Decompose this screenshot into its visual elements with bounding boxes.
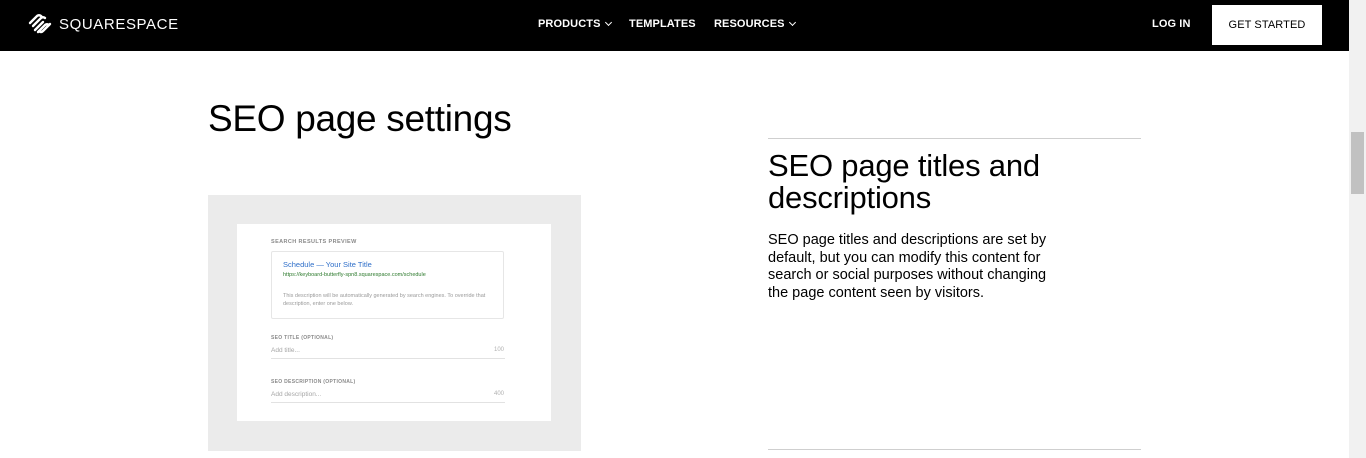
login-label: LOG IN xyxy=(1152,18,1191,30)
search-results-preview-label: SEARCH RESULTS PREVIEW xyxy=(271,239,357,245)
squarespace-logo-icon xyxy=(28,14,52,34)
page-scrollbar-track[interactable] xyxy=(1349,0,1366,458)
brand-name: SQUARESPACE xyxy=(59,15,179,33)
section-title: SEO page settings xyxy=(208,98,512,139)
feature-title: SEO page titles and descriptions xyxy=(768,148,1040,215)
seo-description-placeholder: Add description... xyxy=(271,391,322,398)
nav-products-label: PRODUCTS xyxy=(538,18,601,30)
login-link[interactable]: LOG IN xyxy=(1152,18,1191,30)
seo-title-placeholder: Add title... xyxy=(271,347,300,354)
divider xyxy=(768,138,1141,139)
seo-title-char-count: 100 xyxy=(493,347,504,353)
nav-templates-label: TEMPLATES xyxy=(629,18,696,30)
page-scrollbar-thumb[interactable] xyxy=(1351,132,1364,194)
seo-description-char-count: 400 xyxy=(493,391,504,397)
squarespace-logo[interactable]: SQUARESPACE xyxy=(27,13,179,35)
chevron-down-icon xyxy=(788,18,796,27)
seo-description-field: Add description... 400 xyxy=(271,389,505,403)
nav-resources[interactable]: RESOURCES xyxy=(714,18,796,30)
get-started-button[interactable]: GET STARTED xyxy=(1212,5,1322,45)
seo-title-field: Add title... 100 xyxy=(271,345,505,359)
nav-templates[interactable]: TEMPLATES xyxy=(629,18,696,30)
chevron-down-icon xyxy=(604,18,612,27)
search-result-title: Schedule — Your Site Title xyxy=(283,260,372,269)
search-result-description: This description will be automatically g… xyxy=(283,293,486,307)
nav-resources-label: RESOURCES xyxy=(714,18,785,30)
seo-title-label: SEO TITLE (OPTIONAL) xyxy=(271,335,334,341)
divider xyxy=(768,449,1141,450)
feature-description: SEO page titles and descriptions are set… xyxy=(768,232,1047,301)
search-result-url: https://keyboard-butterfly-spn8.squaresp… xyxy=(283,272,426,278)
seo-description-label: SEO DESCRIPTION (OPTIONAL) xyxy=(271,379,356,385)
get-started-label: GET STARTED xyxy=(1228,19,1306,31)
nav-products[interactable]: PRODUCTS xyxy=(538,18,612,30)
top-navigation: SQUARESPACE PRODUCTS TEMPLATES RESOURCES… xyxy=(0,0,1349,51)
